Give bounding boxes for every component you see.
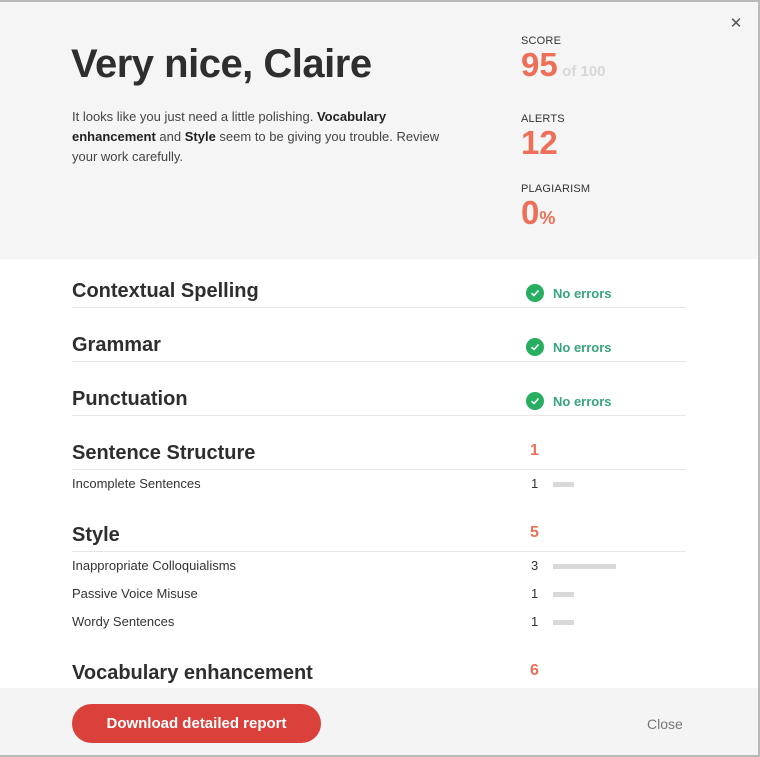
plagiarism-value-row: 0% — [521, 195, 590, 231]
section-vocabulary-enhancement[interactable]: Vocabulary enhancement 6 — [72, 662, 686, 690]
subcategory-row[interactable]: Inappropriate Colloquialisms 3 — [72, 552, 686, 580]
no-errors-status: No errors — [526, 284, 612, 302]
subcategory-bar — [553, 564, 616, 569]
section-title: Vocabulary enhancement — [72, 662, 313, 684]
section-header[interactable]: Sentence Structure 1 — [72, 442, 686, 470]
score-stat: SCORE 95 of 100 — [521, 35, 606, 83]
subcategory-label: Wordy Sentences — [72, 614, 175, 629]
section-count: 6 — [530, 662, 539, 679]
no-errors-status: No errors — [526, 392, 612, 410]
page-title: Very nice, Claire — [71, 42, 372, 86]
score-value: 95 — [521, 46, 558, 83]
subcategory-bar — [553, 592, 574, 597]
section-title: Style — [72, 524, 120, 546]
status-text: No errors — [553, 285, 612, 301]
subcategory-count: 3 — [531, 558, 539, 573]
section-header[interactable]: Contextual Spelling No errors — [72, 280, 686, 308]
status-text: No errors — [553, 339, 612, 355]
summary-part: It looks like you just need a little pol… — [72, 109, 317, 124]
section-title: Sentence Structure — [72, 442, 256, 464]
plagiarism-unit: % — [539, 208, 556, 228]
section-header[interactable]: Style 5 — [72, 524, 686, 552]
section-count: 1 — [530, 442, 539, 459]
subcategory-row[interactable]: Incomplete Sentences 1 — [72, 470, 686, 498]
subcategory-bar — [553, 620, 574, 625]
subcategory-row[interactable]: Wordy Sentences 1 — [72, 608, 686, 636]
score-suffix: of 100 — [562, 63, 606, 80]
section-contextual-spelling[interactable]: Contextual Spelling No errors — [72, 280, 686, 308]
check-circle-icon — [526, 392, 544, 410]
alerts-value: 12 — [521, 124, 558, 161]
summary-text: It looks like you just need a little pol… — [72, 107, 462, 167]
check-circle-icon — [526, 338, 544, 356]
section-header[interactable]: Punctuation No errors — [72, 388, 686, 416]
alerts-stat: ALERTS 12 — [521, 113, 565, 161]
section-header[interactable]: Vocabulary enhancement 6 — [72, 662, 686, 690]
close-x-icon[interactable]: ✕ — [728, 16, 744, 32]
section-style[interactable]: Style 5 Inappropriate Colloquialisms 3 P… — [72, 524, 686, 636]
subcategory-label: Passive Voice Misuse — [72, 586, 198, 601]
subcategory-count: 1 — [531, 476, 539, 491]
score-report-dialog: ✕ Very nice, Claire It looks like you ju… — [0, 0, 760, 757]
summary-part: and — [155, 129, 185, 144]
download-report-button[interactable]: Download detailed report — [72, 704, 321, 743]
section-title: Contextual Spelling — [72, 280, 259, 302]
score-value-row: 95 of 100 — [521, 47, 606, 83]
status-text: No errors — [553, 393, 612, 409]
section-title: Punctuation — [72, 388, 188, 410]
close-button[interactable]: Close — [647, 716, 683, 732]
subcategory-count: 1 — [531, 614, 539, 629]
section-count: 5 — [530, 524, 539, 541]
plagiarism-value: 0 — [521, 194, 540, 231]
section-punctuation[interactable]: Punctuation No errors — [72, 388, 686, 416]
summary-emphasis-style: Style — [184, 129, 216, 144]
subcategory-count: 1 — [531, 586, 539, 601]
no-errors-status: No errors — [526, 338, 612, 356]
check-circle-icon — [526, 284, 544, 302]
section-header[interactable]: Grammar No errors — [72, 334, 686, 362]
plagiarism-stat: PLAGIARISM 0% — [521, 183, 590, 231]
report-header: ✕ Very nice, Claire It looks like you ju… — [0, 2, 758, 259]
section-title: Grammar — [72, 334, 161, 356]
subcategory-label: Inappropriate Colloquialisms — [72, 558, 237, 573]
section-sentence-structure[interactable]: Sentence Structure 1 Incomplete Sentence… — [72, 442, 686, 498]
section-grammar[interactable]: Grammar No errors — [72, 334, 686, 362]
dialog-footer: Download detailed report Close — [0, 688, 758, 755]
subcategory-bar — [553, 482, 574, 487]
subcategory-row[interactable]: Passive Voice Misuse 1 — [72, 580, 686, 608]
subcategory-label: Incomplete Sentences — [72, 476, 201, 491]
